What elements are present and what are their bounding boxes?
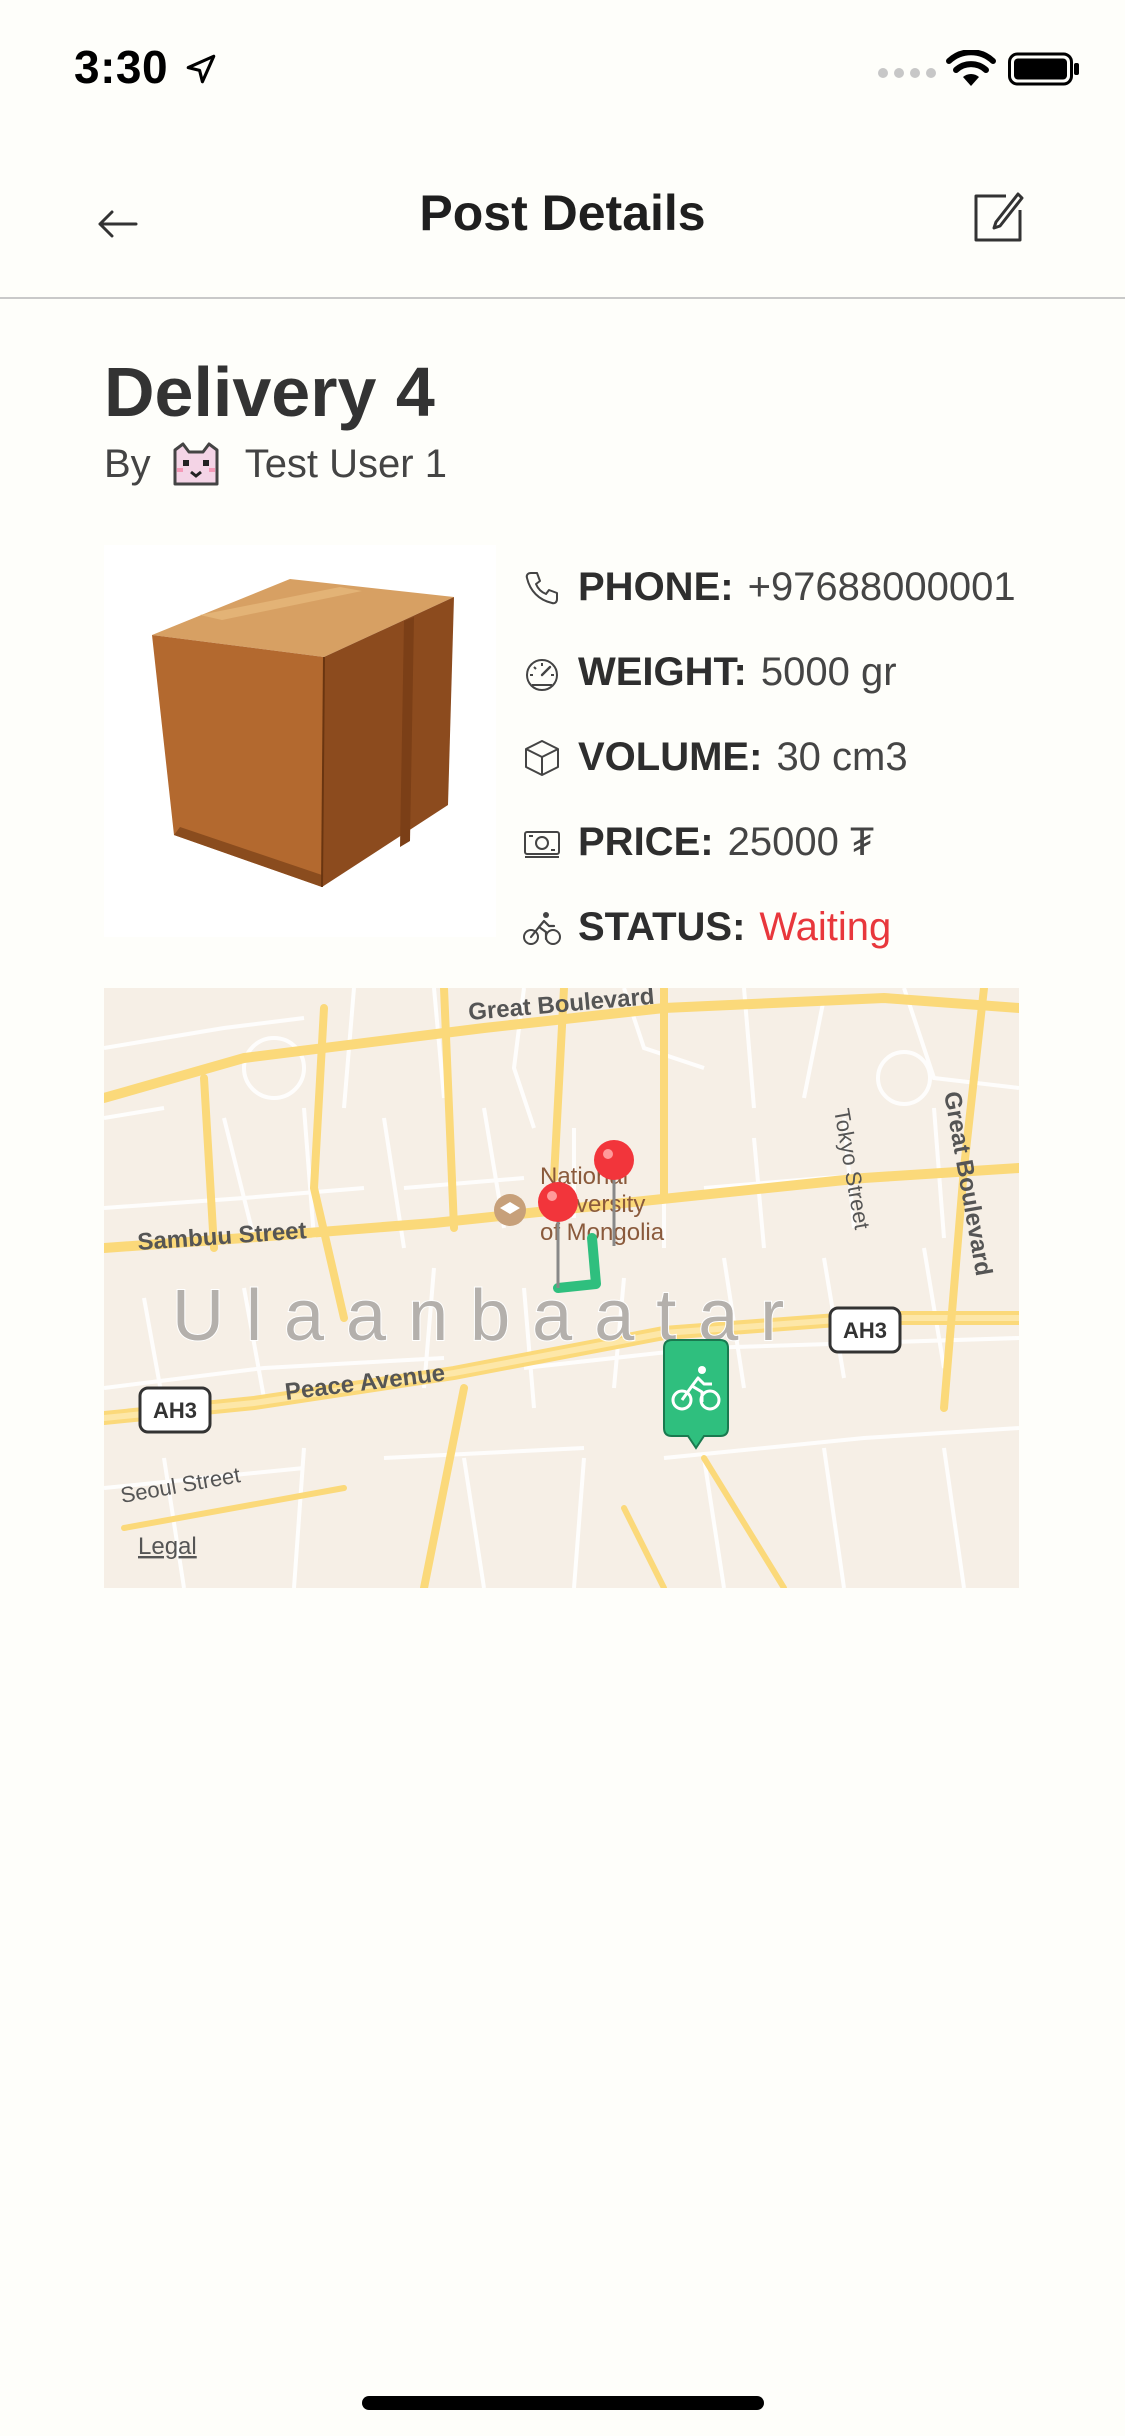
weight-label: WEIGHT:: [578, 650, 747, 694]
legal-link[interactable]: Legal: [138, 1533, 197, 1560]
status-label: STATUS:: [578, 905, 746, 949]
battery-icon: [1008, 52, 1079, 86]
rider-marker[interactable]: [663, 1339, 729, 1450]
delivery-map[interactable]: Great Boulevard Great Boulevard Tokyo St…: [104, 988, 1019, 1588]
phone-icon: [525, 571, 558, 604]
status-bar: 3:30: [0, 0, 1125, 132]
highway-shield-label: AH3: [843, 1318, 887, 1343]
detail-volume: VOLUME: 30 cm3: [522, 715, 1102, 800]
phone-value[interactable]: +97688000001: [748, 565, 1016, 610]
bicycle-icon: [523, 911, 561, 945]
package-image: [104, 545, 496, 937]
page-title: Post Details: [419, 185, 706, 241]
highway-shield-west: AH3: [138, 1386, 212, 1434]
speedometer-icon: [526, 658, 558, 691]
avatar[interactable]: [169, 440, 223, 488]
status-time: 3:30: [74, 41, 169, 93]
map-canvas[interactable]: Great Boulevard Great Boulevard Tokyo St…: [104, 988, 1019, 1588]
detail-weight: WEIGHT: 5000 gr: [522, 630, 1102, 715]
detail-price: PRICE: 25000 ₮: [522, 800, 1102, 885]
author-name[interactable]: Test User 1: [245, 442, 447, 487]
home-indicator[interactable]: [362, 2396, 764, 2410]
price-label: PRICE:: [578, 820, 714, 864]
delivery-details: PHONE: +97688000001 WEIGHT: 5000 gr VOLU…: [522, 545, 1102, 970]
detail-status: STATUS: Waiting: [522, 885, 1102, 970]
cube-icon: [525, 739, 559, 776]
volume-value: 30 cm3: [776, 735, 908, 779]
cash-icon: [524, 830, 560, 858]
weight-value: 5000 gr: [760, 650, 897, 694]
wifi-icon: [946, 50, 996, 86]
price-value: 25000 ₮: [727, 820, 875, 864]
author-byline: By Test User 1: [104, 440, 447, 488]
cellular-signal-icon: [878, 68, 936, 78]
post-title: Delivery 4: [104, 353, 435, 431]
detail-phone: PHONE: +97688000001: [522, 545, 1102, 630]
phone-label: PHONE:: [578, 565, 734, 609]
highway-shield-label: AH3: [153, 1398, 197, 1423]
volume-label: VOLUME:: [578, 735, 763, 779]
by-label: By: [104, 441, 151, 486]
location-arrow-icon: [186, 54, 216, 84]
navigation-bar: Post Details: [0, 132, 1125, 299]
cardboard-box-image: [152, 579, 454, 888]
highway-shield-east: AH3: [828, 1306, 902, 1354]
status-badge: Waiting: [759, 905, 892, 949]
edit-icon[interactable]: [966, 186, 1030, 250]
